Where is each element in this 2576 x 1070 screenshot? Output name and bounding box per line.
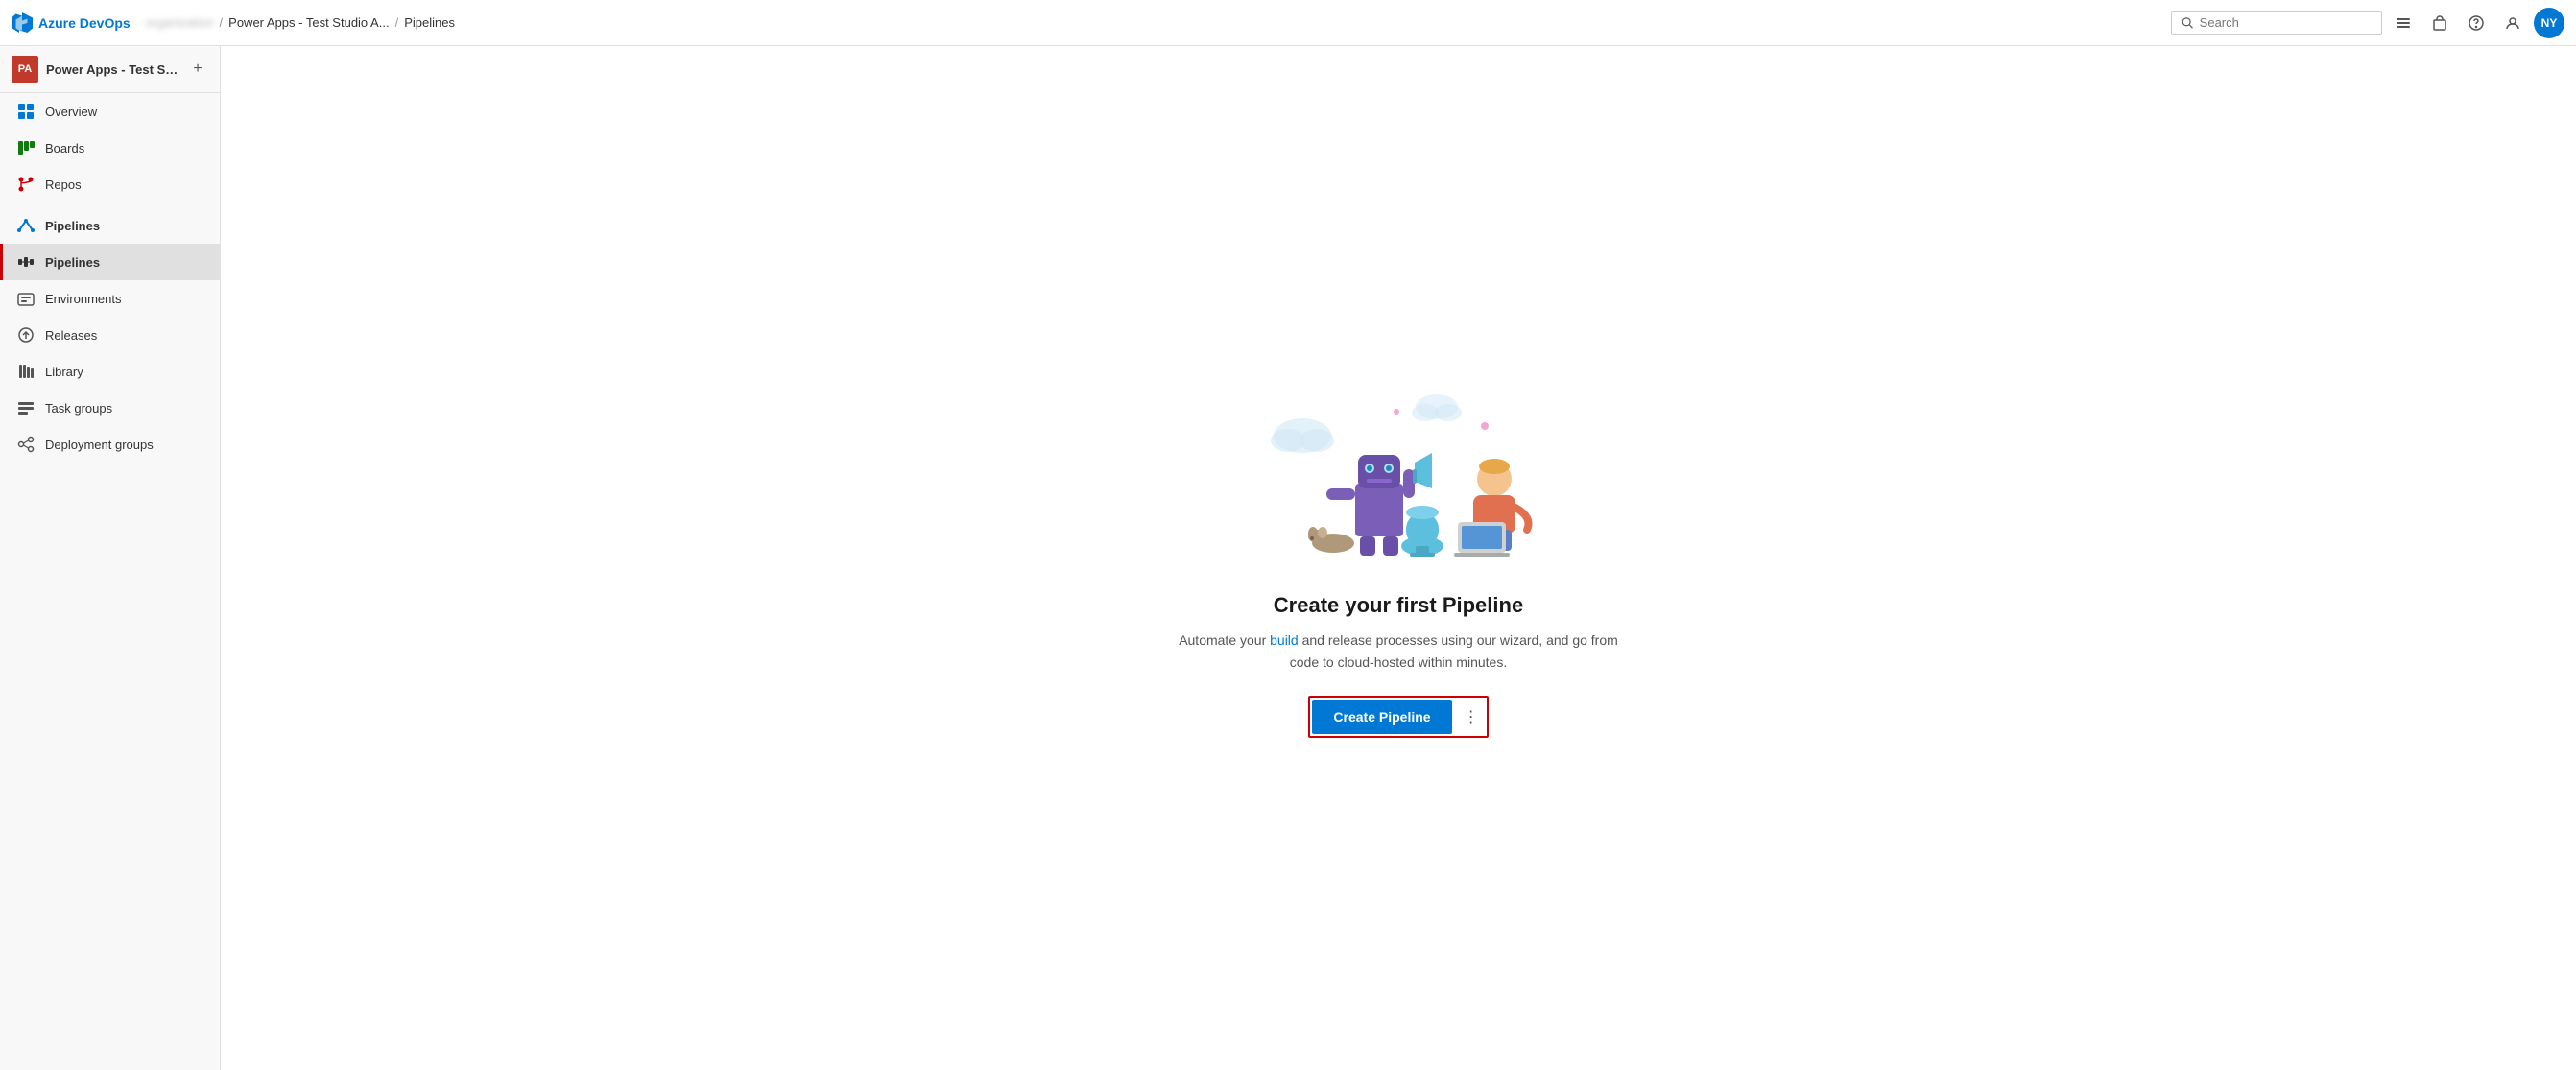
user-avatar[interactable]: NY — [2534, 8, 2564, 38]
empty-illustration — [1245, 378, 1552, 570]
sidebar-item-releases-label: Releases — [45, 328, 97, 343]
sidebar-item-library-label: Library — [45, 365, 83, 379]
releases-icon — [16, 325, 36, 345]
empty-state-title: Create your first Pipeline — [1274, 593, 1523, 618]
sidebar-item-task-groups[interactable]: Task groups — [0, 390, 220, 426]
search-box[interactable] — [2171, 11, 2382, 35]
logo-text: Azure DevOps — [38, 15, 131, 31]
main-layout: PA Power Apps - Test Stud... + Overview — [0, 46, 2576, 1070]
sidebar-item-pipelines-header-label: Pipelines — [45, 219, 100, 233]
sidebar-item-deployment-groups-label: Deployment groups — [45, 438, 154, 452]
sidebar-item-repos-label: Repos — [45, 178, 82, 192]
search-icon — [2182, 16, 2194, 30]
sidebar-item-pipelines-label: Pipelines — [45, 255, 100, 270]
create-pipeline-area: Create Pipeline ⋮ — [1308, 696, 1488, 738]
sidebar-item-task-groups-label: Task groups — [45, 401, 112, 416]
sidebar-item-repos[interactable]: Repos — [0, 166, 220, 202]
breadcrumb: organization / Power Apps - Test Studio … — [146, 15, 2163, 30]
sidebar: PA Power Apps - Test Stud... + Overview — [0, 46, 221, 1070]
add-project-button[interactable]: + — [187, 59, 208, 80]
sidebar-item-overview[interactable]: Overview — [0, 93, 220, 130]
sidebar-item-boards[interactable]: Boards — [0, 130, 220, 166]
sidebar-item-overview-label: Overview — [45, 105, 97, 119]
project-header: PA Power Apps - Test Stud... + — [0, 46, 220, 93]
pipelines-header-icon — [16, 216, 36, 235]
build-link[interactable]: build — [1270, 632, 1299, 648]
sidebar-item-environments-label: Environments — [45, 292, 121, 306]
logo[interactable]: Azure DevOps — [12, 12, 131, 34]
breadcrumb-org: organization — [146, 15, 214, 30]
sidebar-item-pipelines[interactable]: Pipelines — [0, 244, 220, 280]
basket-icon[interactable] — [2424, 8, 2455, 38]
help-icon[interactable] — [2461, 8, 2492, 38]
notifications-icon[interactable] — [2388, 8, 2419, 38]
sidebar-item-environments[interactable]: Environments — [0, 280, 220, 317]
topbar-right: NY — [2171, 8, 2564, 38]
search-input[interactable] — [2200, 15, 2372, 30]
boards-icon — [16, 138, 36, 157]
empty-state: Create your first Pipeline Automate your… — [1179, 378, 1618, 738]
user-settings-icon[interactable] — [2497, 8, 2528, 38]
create-pipeline-button[interactable]: Create Pipeline — [1312, 700, 1451, 734]
sidebar-item-releases[interactable]: Releases — [0, 317, 220, 353]
empty-state-description: Automate your build and release processe… — [1179, 630, 1618, 673]
pipelines-icon — [16, 252, 36, 272]
breadcrumb-page: Pipelines — [404, 15, 455, 30]
repos-icon — [16, 175, 36, 194]
breadcrumb-project[interactable]: Power Apps - Test Studio A... — [228, 15, 389, 30]
project-avatar: PA — [12, 56, 38, 83]
library-icon — [16, 362, 36, 381]
sidebar-item-library[interactable]: Library — [0, 353, 220, 390]
environments-icon — [16, 289, 36, 308]
overview-icon — [16, 102, 36, 121]
sidebar-item-boards-label: Boards — [45, 141, 84, 155]
project-name[interactable]: Power Apps - Test Stud... — [46, 62, 179, 77]
topbar: Azure DevOps organization / Power Apps -… — [0, 0, 2576, 46]
task-groups-icon — [16, 398, 36, 417]
deployment-groups-icon — [16, 435, 36, 454]
azure-devops-logo-icon — [12, 12, 33, 34]
sidebar-item-pipelines-header[interactable]: Pipelines — [0, 202, 220, 244]
sidebar-item-deployment-groups[interactable]: Deployment groups — [0, 426, 220, 463]
more-options-button[interactable]: ⋮ — [1458, 700, 1485, 734]
main-content: Create your first Pipeline Automate your… — [221, 46, 2576, 1070]
